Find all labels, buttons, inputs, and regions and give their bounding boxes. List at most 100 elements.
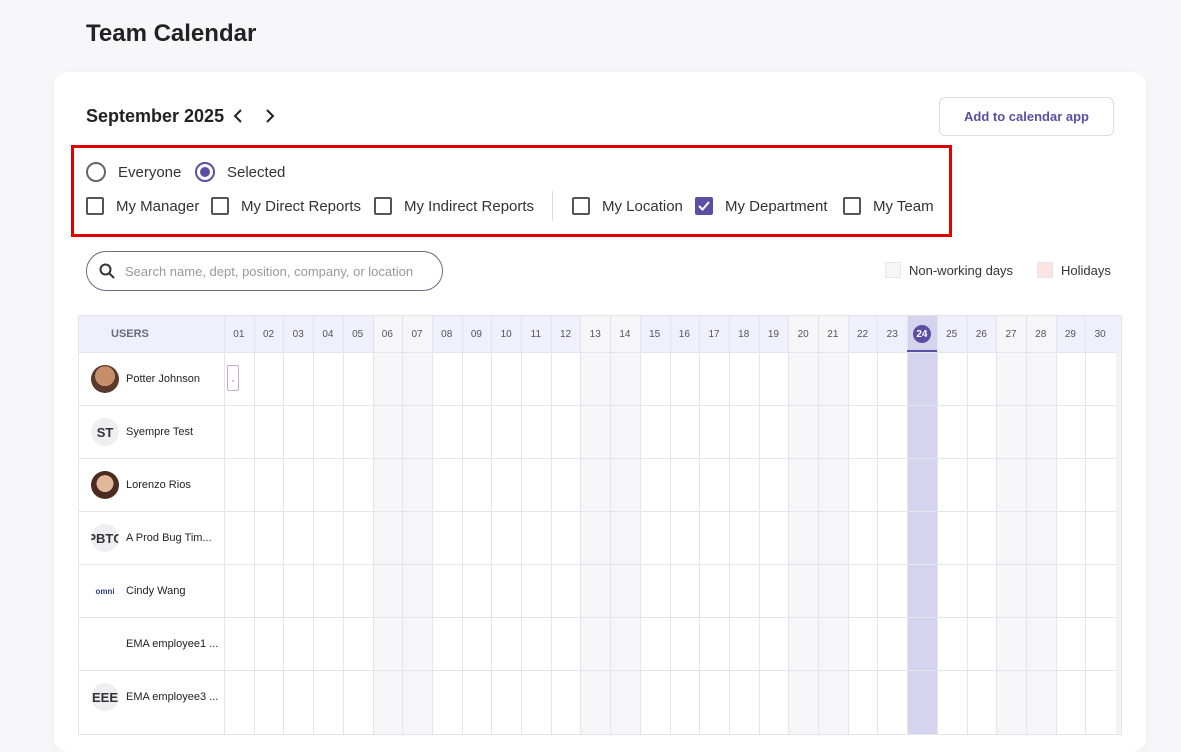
checkbox-box bbox=[572, 197, 590, 215]
search-box[interactable] bbox=[86, 251, 443, 291]
user-name[interactable]: Potter Johnson bbox=[126, 373, 200, 385]
day-label: 12 bbox=[559, 328, 572, 340]
day-label: 08 bbox=[441, 328, 453, 340]
day-label: 29 bbox=[1064, 328, 1076, 340]
checkbox-label: My Indirect Reports bbox=[404, 197, 535, 215]
legend-holidays: Holidays bbox=[1037, 262, 1111, 278]
day-label: 15 bbox=[649, 328, 661, 340]
checkbox-box bbox=[211, 197, 229, 215]
month-title: September 2025 bbox=[86, 106, 225, 126]
checkbox-box bbox=[374, 197, 392, 215]
day-label: 07 bbox=[411, 328, 423, 340]
users-column-header: USERS bbox=[111, 328, 149, 340]
user-row[interactable]: EMA employee1 ... bbox=[79, 617, 1116, 670]
user-name[interactable]: EMA employee3 ... bbox=[126, 691, 218, 703]
day-label: 28 bbox=[1035, 328, 1047, 340]
chevron-left-icon bbox=[233, 109, 242, 123]
checkbox-label: My Direct Reports bbox=[241, 197, 362, 215]
filter-divider bbox=[552, 191, 553, 221]
day-label: 21 bbox=[827, 328, 839, 340]
radio-selected[interactable]: Selected bbox=[195, 162, 285, 182]
add-to-calendar-app-button[interactable]: Add to calendar app bbox=[939, 97, 1114, 136]
day-label: 22 bbox=[856, 328, 869, 340]
grid-right-edge bbox=[1116, 352, 1121, 734]
radio-everyone[interactable]: Everyone bbox=[86, 162, 181, 182]
day-label: 25 bbox=[946, 328, 958, 340]
day-label: 30 bbox=[1094, 328, 1106, 340]
legend-non-working: Non-working days bbox=[885, 262, 1013, 278]
user-name[interactable]: Cindy Wang bbox=[126, 585, 186, 597]
day-label: 02 bbox=[262, 328, 275, 340]
day-label: 09 bbox=[470, 328, 482, 340]
calendar-event-chip[interactable]: , bbox=[227, 365, 239, 391]
checkbox-label: My Department bbox=[725, 197, 828, 215]
user-name[interactable]: Syempre Test bbox=[126, 426, 193, 438]
checkbox-label: My Location bbox=[602, 197, 683, 215]
avatar: PBTC bbox=[91, 524, 119, 552]
checkbox-my-manager[interactable]: My Manager bbox=[86, 197, 199, 215]
user-name[interactable]: Lorenzo Rios bbox=[126, 479, 191, 491]
checkbox-my-team[interactable]: My Team bbox=[843, 197, 934, 215]
checkbox-my-department[interactable]: My Department bbox=[695, 197, 828, 215]
user-cell: Lorenzo Rios bbox=[91, 459, 191, 511]
avatar: EEE bbox=[91, 683, 119, 711]
legend-swatch bbox=[1037, 262, 1053, 278]
avatar: omni bbox=[91, 577, 119, 605]
day-label: 19 bbox=[767, 328, 779, 340]
user-name[interactable]: A Prod Bug Tim... bbox=[126, 532, 212, 544]
user-row[interactable]: EEE EMA employee3 ... bbox=[79, 670, 1116, 723]
legend-label: Non-working days bbox=[909, 262, 1014, 278]
calendar-grid: USERS 01 02 03 04 05 06 07 08 09 10 11 12 13 14 15 16 17… bbox=[78, 315, 1122, 735]
user-row[interactable]: ST Syempre Test bbox=[79, 405, 1116, 458]
today-day-label: 24 bbox=[912, 325, 931, 343]
day-label: 18 bbox=[738, 328, 750, 340]
checkbox-box-checked bbox=[695, 197, 713, 215]
radio-circle bbox=[86, 162, 106, 182]
page-title: Team Calendar bbox=[86, 20, 257, 47]
legend-swatch bbox=[885, 262, 901, 278]
day-label: 06 bbox=[381, 328, 393, 340]
previous-month-button[interactable] bbox=[228, 104, 248, 128]
day-label: 03 bbox=[292, 328, 304, 340]
day-label: 05 bbox=[352, 328, 364, 340]
day-label: 14 bbox=[619, 328, 631, 340]
day-label: 01 bbox=[233, 328, 245, 340]
search-input[interactable] bbox=[125, 263, 425, 279]
day-label: 26 bbox=[975, 328, 987, 340]
avatar bbox=[91, 630, 119, 658]
radio-label: Everyone bbox=[118, 163, 182, 181]
user-cell: EEE EMA employee3 ... bbox=[91, 671, 218, 723]
user-row[interactable]: Lorenzo Rios bbox=[79, 458, 1116, 511]
day-label: 27 bbox=[1005, 328, 1017, 340]
radio-circle-selected bbox=[195, 162, 215, 182]
avatar: ST bbox=[91, 418, 119, 446]
day-label: 10 bbox=[500, 328, 512, 340]
day-label: 04 bbox=[322, 328, 334, 340]
avatar bbox=[91, 471, 119, 499]
user-row[interactable]: omni Cindy Wang bbox=[79, 564, 1116, 617]
checkbox-my-direct-reports[interactable]: My Direct Reports bbox=[211, 197, 361, 215]
user-name[interactable]: EMA employee1 ... bbox=[126, 638, 218, 650]
search-icon bbox=[99, 263, 115, 279]
user-cell: ST Syempre Test bbox=[91, 406, 193, 458]
checkbox-label: My Manager bbox=[116, 197, 200, 215]
checkbox-box bbox=[86, 197, 104, 215]
next-month-button[interactable] bbox=[260, 104, 280, 128]
checkbox-box bbox=[843, 197, 861, 215]
checkbox-my-indirect-reports[interactable]: My Indirect Reports bbox=[374, 197, 534, 215]
checkmark-icon bbox=[698, 201, 710, 211]
checkbox-my-location[interactable]: My Location bbox=[572, 197, 683, 215]
filter-highlight-box bbox=[71, 145, 952, 237]
day-label: 13 bbox=[589, 328, 601, 340]
day-label: 24 bbox=[907, 316, 937, 352]
user-cell: Potter Johnson bbox=[91, 353, 200, 405]
radio-label: Selected bbox=[227, 163, 286, 181]
legend-label: Holidays bbox=[1061, 262, 1111, 278]
user-row[interactable]: Potter Johnson, bbox=[79, 352, 1116, 405]
chevron-right-icon bbox=[266, 109, 275, 123]
day-label: 17 bbox=[708, 328, 720, 340]
day-label: 23 bbox=[886, 328, 898, 340]
avatar bbox=[91, 365, 119, 393]
day-label: 16 bbox=[678, 328, 690, 340]
user-row[interactable]: PBTC A Prod Bug Tim... bbox=[79, 511, 1116, 564]
